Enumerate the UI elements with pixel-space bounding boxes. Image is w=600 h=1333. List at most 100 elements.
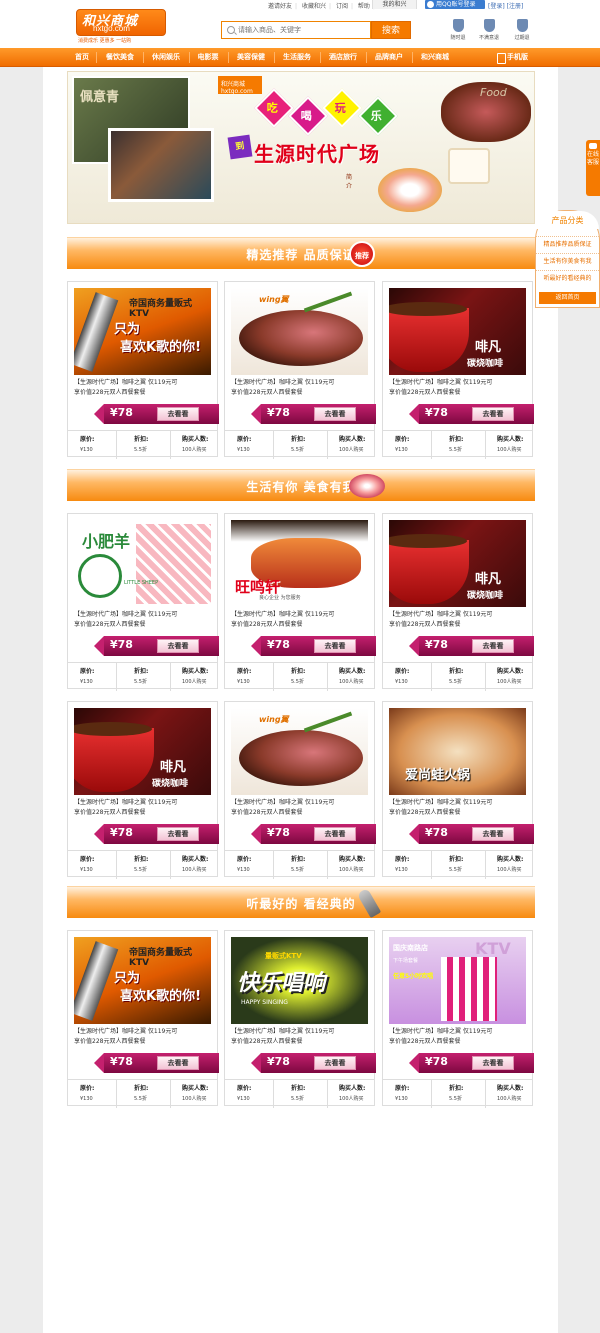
product-card[interactable]: 帝国商务量贩式KTV 只为 喜欢K歌的你! 【生源时代广场】咖啡之翼 仅119元可享… bbox=[67, 930, 219, 1108]
divider bbox=[273, 1080, 274, 1108]
hero-banner[interactable]: 佩意青 和兴商城 hxtgo.com 吃 喝 玩 乐 到 生源时代广场 简介 F… bbox=[67, 71, 535, 224]
product-card[interactable]: 小肥羊 LITTLE SHEEP 【生源时代广场】咖啡之翼 仅119元可 享价值22… bbox=[67, 513, 219, 691]
login-link[interactable]: [登录] bbox=[488, 3, 505, 10]
product-card[interactable]: wing翼 【生源时代广场】咖啡之翼 仅119元可 享价值228元双人西餐套餐 ¥… bbox=[224, 701, 376, 879]
nav-leisure[interactable]: 休闲娱乐 bbox=[146, 48, 186, 67]
go-see-button[interactable]: 去看看 bbox=[472, 407, 514, 421]
nav-brands[interactable]: 品牌商户 bbox=[369, 48, 409, 67]
go-see-button[interactable]: 去看看 bbox=[157, 1056, 199, 1070]
nav-movie[interactable]: 电影票 bbox=[192, 48, 224, 67]
desc-line: 享价值228元双人西餐套餐 bbox=[389, 621, 461, 628]
product-description[interactable]: 【生源时代广场】咖啡之翼 仅119元可 享价值228元双人西餐套餐 bbox=[74, 1027, 214, 1047]
product-description[interactable]: 【生源时代广场】咖啡之翼 仅119元可 享价值228元双人西餐套餐 bbox=[389, 798, 529, 818]
product-image-coffee[interactable]: 啡凡 碳烧咖啡 bbox=[389, 520, 526, 607]
mobile-link[interactable]: 手机版 bbox=[497, 48, 528, 67]
product-description[interactable]: 【生源时代广场】咖啡之翼 仅119元可 享价值228元双人西餐套餐 bbox=[389, 610, 529, 630]
nav-hotel-travel[interactable]: 酒店旅行 bbox=[323, 48, 363, 67]
divider bbox=[327, 663, 328, 691]
go-see-button[interactable]: 去看看 bbox=[472, 639, 514, 653]
product-description[interactable]: 【生源时代广场】咖啡之翼 仅119元可 享价值228元双人西餐套餐 bbox=[231, 1027, 371, 1047]
category-link-featured[interactable]: 精品推荐品质保证 bbox=[536, 236, 599, 251]
product-description[interactable]: 【生源时代广场】咖啡之翼 仅119元可 享价值228元双人西餐套餐 bbox=[74, 798, 214, 818]
top-link-bookmark[interactable]: 收藏和兴 bbox=[302, 3, 326, 10]
qq-login-button[interactable]: 用QQ账号登录 bbox=[425, 0, 485, 9]
go-see-button[interactable]: 去看看 bbox=[314, 1056, 356, 1070]
desc-line: 【生源时代广场】咖啡之翼 仅119元可 bbox=[74, 799, 178, 806]
guarantee-anytime-refund[interactable]: 随时退 bbox=[446, 19, 470, 41]
nav-dining[interactable]: 餐饮美食 bbox=[100, 48, 140, 67]
product-card[interactable]: wing翼 【生源时代广场】咖啡之翼 仅119元可 享价值228元双人西餐套餐 ¥… bbox=[224, 281, 376, 459]
product-image-ktv-guoqing[interactable]: KTV 国庆南路店 下午场套餐 任意5小时欢唱 bbox=[389, 937, 526, 1024]
guarantee-expired-refund[interactable]: 过期退 bbox=[510, 19, 534, 41]
product-image-little-sheep[interactable]: 小肥羊 LITTLE SHEEP bbox=[74, 520, 211, 607]
product-image-steak[interactable]: wing翼 bbox=[231, 288, 368, 375]
category-title: 产品分类 bbox=[536, 211, 599, 229]
top-link-invite[interactable]: 邀请好友 bbox=[268, 3, 292, 10]
product-card[interactable]: 啡凡 碳烧咖啡 【生源时代广场】咖啡之翼 仅119元可 享价值228元双人西餐套餐 … bbox=[67, 701, 219, 879]
go-see-button[interactable]: 去看看 bbox=[157, 827, 199, 841]
product-image-ktv[interactable]: 帝国商务量贩式KTV 只为 喜欢K歌的你! bbox=[74, 288, 211, 375]
product-card[interactable]: 帝国商务量贩式KTV 只为 喜欢K歌的你! 【生源时代广场】咖啡之翼 仅119元可享… bbox=[67, 281, 219, 459]
product-price: ¥78 bbox=[110, 638, 133, 651]
search-button[interactable]: 搜索 bbox=[371, 21, 411, 39]
product-card[interactable]: 量贩式KTV 快乐唱响 HAPPY SINGING 【生源时代广场】咖啡之翼 仅11… bbox=[224, 930, 376, 1108]
product-description[interactable]: 【生源时代广场】咖啡之翼 仅119元可 享价值228元双人西餐套餐 bbox=[74, 378, 214, 398]
divider bbox=[327, 851, 328, 879]
nav-life-service[interactable]: 生活服务 bbox=[277, 48, 317, 67]
product-card[interactable]: KTV 国庆南路店 下午场套餐 任意5小时欢唱 【生源时代广场】咖啡之翼 仅119元可… bbox=[382, 930, 534, 1108]
product-description[interactable]: 【生源时代广场】咖啡之翼 仅119元可 享价值228元双人西餐套餐 bbox=[74, 610, 214, 630]
stat-value: ¥130 bbox=[395, 447, 408, 453]
back-home-button[interactable]: 返回首页 bbox=[539, 292, 596, 304]
stat-value: 5.5折 bbox=[134, 447, 147, 453]
product-stats: 原价: ¥130 折扣: 5.5折 购买人数: 100人购买 bbox=[225, 430, 374, 459]
go-see-button[interactable]: 去看看 bbox=[314, 827, 356, 841]
stat-label: 原价: bbox=[395, 1085, 410, 1092]
section-header-music: 听最好的 看经典的 bbox=[67, 886, 535, 919]
top-link-help[interactable]: 帮助 bbox=[358, 3, 370, 10]
search-input[interactable] bbox=[238, 26, 368, 34]
product-description[interactable]: 【生源时代广场】咖啡之翼 仅119元可 享价值228元双人西餐套餐 bbox=[389, 1027, 529, 1047]
desc-line: 享价值228元双人西餐套餐 bbox=[231, 621, 303, 628]
online-support-tab[interactable]: 在线客服 bbox=[586, 140, 600, 196]
nav-divider bbox=[228, 52, 229, 63]
nav-beauty[interactable]: 美容保健 bbox=[231, 48, 271, 67]
desc-line: 享价值228元双人西餐套餐 bbox=[74, 389, 146, 396]
product-description[interactable]: 【生源时代广场】咖啡之翼 仅119元可 享价值228元双人西餐套餐 bbox=[231, 610, 371, 630]
desc-line: 【生源时代广场】咖啡之翼 仅119元可 bbox=[389, 611, 493, 618]
price-bar: ¥78 去看看 bbox=[409, 636, 534, 656]
category-link-food[interactable]: 生活有你美食有我 bbox=[536, 253, 599, 268]
my-site-dropdown[interactable]: 我的和兴 bbox=[372, 0, 417, 9]
product-image-coffee[interactable]: 啡凡 碳烧咖啡 bbox=[74, 708, 211, 795]
register-link[interactable]: [注册] bbox=[507, 3, 524, 10]
nav-home[interactable]: 首页 bbox=[70, 48, 94, 67]
product-card[interactable]: 爱尚蛙火锅 【生源时代广场】咖啡之翼 仅119元可 享价值228元双人西餐套餐 ¥… bbox=[382, 701, 534, 879]
go-see-button[interactable]: 去看看 bbox=[314, 639, 356, 653]
product-description[interactable]: 【生源时代广场】咖啡之翼 仅119元可 享价值228元双人西餐套餐 bbox=[231, 798, 371, 818]
product-card[interactable]: 啡凡 碳烧咖啡 【生源时代广场】咖啡之翼 仅119元可 享价值228元双人西餐套餐 … bbox=[382, 281, 534, 459]
product-image-steak[interactable]: wing翼 bbox=[231, 708, 368, 795]
go-see-button[interactable]: 去看看 bbox=[472, 827, 514, 841]
product-image-happy-singing[interactable]: 量贩式KTV 快乐唱响 HAPPY SINGING bbox=[231, 937, 368, 1024]
product-image-coffee[interactable]: 啡凡 碳烧咖啡 bbox=[389, 288, 526, 375]
go-see-button[interactable]: 去看看 bbox=[157, 407, 199, 421]
divider bbox=[485, 431, 486, 459]
stat-value: 5.5折 bbox=[291, 447, 304, 453]
guarantee-unsatisfied-refund[interactable]: 不满意退 bbox=[477, 19, 501, 41]
nav-mall[interactable]: 和兴商城 bbox=[415, 48, 455, 67]
stat-discount: 折扣: 5.5折 bbox=[449, 1084, 463, 1104]
product-image-hotpot[interactable]: 爱尚蛙火锅 bbox=[389, 708, 526, 795]
go-see-button[interactable]: 去看看 bbox=[472, 1056, 514, 1070]
go-see-button[interactable]: 去看看 bbox=[157, 639, 199, 653]
product-card[interactable]: 旺鸣轩 良心企业 为您服务 【生源时代广场】咖啡之翼 仅119元可 享价值228元双… bbox=[224, 513, 376, 691]
product-description[interactable]: 【生源时代广场】咖啡之翼 仅119元可 享价值228元双人西餐套餐 bbox=[231, 378, 371, 398]
top-link-subscribe[interactable]: 订阅 bbox=[336, 3, 348, 10]
go-see-button[interactable]: 去看看 bbox=[314, 407, 356, 421]
price-bar: ¥78 去看看 bbox=[94, 404, 219, 424]
stat-label: 购买人数: bbox=[339, 1085, 366, 1092]
product-description[interactable]: 【生源时代广场】咖啡之翼 仅119元可 享价值228元双人西餐套餐 bbox=[389, 378, 529, 398]
product-card[interactable]: 啡凡 碳烧咖啡 【生源时代广场】咖啡之翼 仅119元可 享价值228元双人西餐套餐 … bbox=[382, 513, 534, 691]
product-image-wangmingxuan[interactable]: 旺鸣轩 良心企业 为您服务 bbox=[231, 520, 368, 607]
product-image-ktv[interactable]: 帝国商务量贩式KTV 只为 喜欢K歌的你! bbox=[74, 937, 211, 1024]
site-logo[interactable]: 和兴商城 hxtgo.com 消费成乐 更惠多 一站购 bbox=[76, 9, 166, 44]
category-link-music[interactable]: 听最好的看经典的 bbox=[536, 270, 599, 285]
